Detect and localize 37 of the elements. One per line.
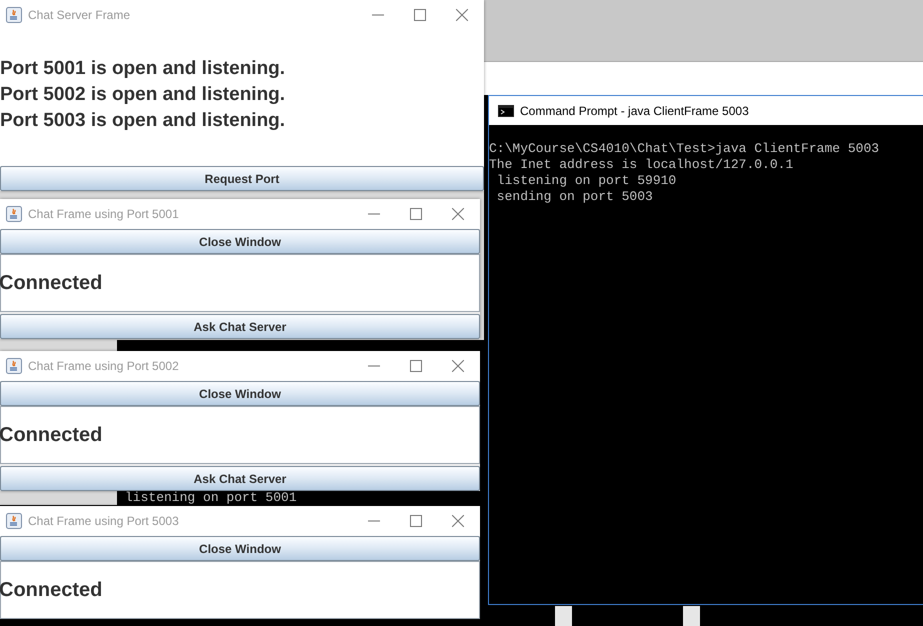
java-icon <box>6 358 22 374</box>
maximize-icon[interactable] <box>414 9 426 21</box>
window-title: Command Prompt - java ClientFrame 5003 <box>520 102 749 120</box>
status-text: Connected <box>0 578 102 603</box>
maximize-icon[interactable] <box>410 515 422 527</box>
window-title: Chat Frame using Port 5001 <box>28 206 179 223</box>
close-icon[interactable] <box>452 515 464 527</box>
close-icon[interactable] <box>452 360 464 372</box>
close-window-button[interactable]: Close Window <box>0 229 480 254</box>
console-icon[interactable] <box>498 104 514 116</box>
ask-chat-server-button[interactable]: Ask Chat Server <box>0 314 480 339</box>
close-window-button[interactable]: Close Window <box>0 381 480 406</box>
maximize-icon[interactable] <box>410 360 422 372</box>
java-icon <box>6 7 22 23</box>
background-window <box>683 606 700 626</box>
status-text: Connected <box>0 271 102 296</box>
maximize-icon[interactable] <box>410 208 422 220</box>
console-line: listening on port 5001 <box>124 490 298 505</box>
console-line: sending on port 5003 <box>496 189 654 205</box>
console-line: The Inet address is localhost/127.0.0.1 <box>489 157 794 173</box>
window-title: Chat Server Frame <box>28 7 130 24</box>
console-line: C:\MyCourse\CS4010\Chat\Test>java ClientFrame 5003 <box>489 141 880 157</box>
background-window <box>555 606 572 626</box>
close-icon[interactable] <box>456 9 468 21</box>
status-message: Port 5002 is open and listening. <box>0 83 286 107</box>
ask-chat-server-button[interactable]: Ask Chat Server <box>0 466 480 491</box>
console-line: listening on port 59910 <box>496 173 678 189</box>
java-icon <box>6 206 22 222</box>
status-message: Port 5001 is open and listening. <box>0 57 286 81</box>
java-icon <box>6 513 22 529</box>
status-text: Connected <box>0 423 102 448</box>
window-title: Chat Frame using Port 5003 <box>28 513 179 530</box>
close-window-button[interactable]: Close Window <box>0 536 480 561</box>
close-icon[interactable] <box>452 208 464 220</box>
request-port-button[interactable]: Request Port <box>0 166 484 191</box>
status-message: Port 5003 is open and listening. <box>0 109 286 133</box>
window-title: Chat Frame using Port 5002 <box>28 358 179 375</box>
